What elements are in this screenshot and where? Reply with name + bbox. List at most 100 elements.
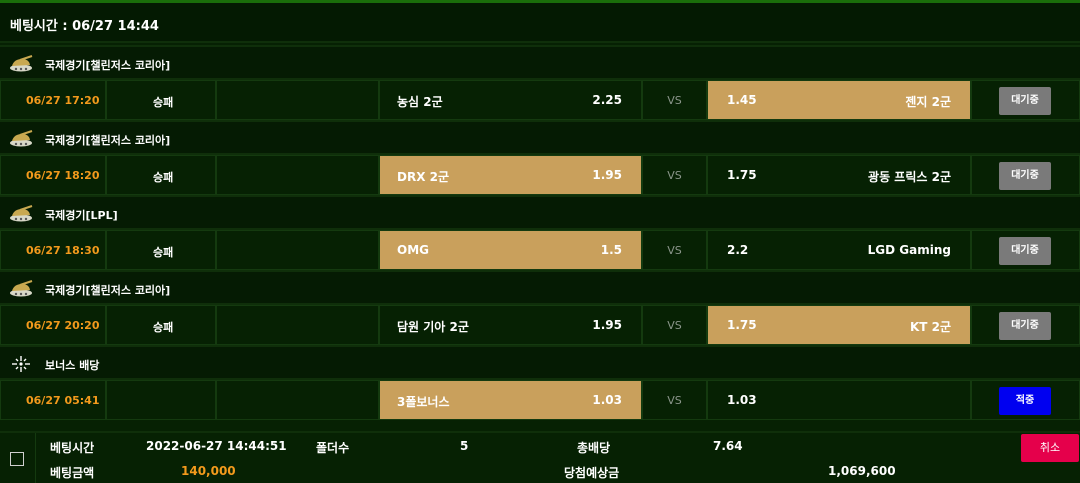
away-odds: 1.45	[727, 93, 757, 107]
home-odds: 2.25	[592, 93, 622, 107]
bet-type-cell: 승패	[106, 305, 216, 345]
empty-cell	[216, 380, 379, 420]
home-odds: 1.95	[592, 318, 622, 332]
bet-amount-value: 140,000	[181, 464, 236, 478]
league-header: 국제경기[챌린저스 코리아]	[0, 45, 1080, 80]
away-team-name: KT 2군	[909, 320, 951, 334]
bet-time-value: 2022-06-27 14:44:51	[146, 439, 287, 453]
status-cell: 대기중	[971, 305, 1080, 345]
home-team-name: OMG	[397, 243, 429, 257]
away-team-name: 광동 프릭스 2군	[868, 170, 951, 184]
away-pick-cell[interactable]: 2.2 LGD Gaming	[707, 230, 971, 270]
home-team-name: 담원 기아 2군	[397, 320, 469, 334]
vs-cell: VS	[642, 230, 707, 270]
folder-count-label: 폴더수	[316, 441, 350, 455]
bet-type: 승패	[153, 171, 174, 184]
away-team-name: LGD Gaming	[867, 243, 951, 257]
status-button[interactable]: 대기중	[999, 312, 1051, 340]
empty-cell	[216, 305, 379, 345]
home-team-name: DRX 2군	[397, 170, 450, 184]
vs-cell: VS	[642, 155, 707, 195]
status-button[interactable]: 대기중	[999, 162, 1051, 190]
status-button[interactable]: 대기중	[999, 87, 1051, 115]
bet-type-cell: 승패	[106, 230, 216, 270]
bet-type-cell: 승패	[106, 80, 216, 120]
vs-cell: VS	[642, 80, 707, 120]
match-time-cell: 06/27 18:30	[0, 230, 106, 270]
vs-label: VS	[667, 94, 682, 107]
status-cell: 적중	[971, 380, 1080, 420]
select-checkbox[interactable]	[10, 452, 24, 466]
home-pick-cell[interactable]: 농심 2군 2.25	[379, 80, 642, 120]
match-row: 06/27 05:41 3폴보너스 1.03 VS 1.03 적중	[0, 380, 1080, 420]
away-odds: 1.75	[727, 168, 757, 182]
cancel-button[interactable]: 취소	[1021, 434, 1079, 462]
league-header: 국제경기[챌린저스 코리아]	[0, 270, 1080, 305]
bet-amount-label: 베팅금액	[50, 466, 95, 480]
match-row: 06/27 18:30 승패 OMG 1.5 VS 2.2 LGD Gaming 대기중	[0, 230, 1080, 270]
bet-summary-footer: 베팅시간 2022-06-27 14:44:51 폴더수 5 총배당 7.64 …	[0, 431, 1080, 483]
bet-type: 승패	[153, 96, 174, 109]
match-row: 06/27 17:20 승패 농심 2군 2.25 VS 1.45 젠지 2군 대기중	[0, 80, 1080, 120]
vs-label: VS	[667, 394, 682, 407]
match-time: 06/27 18:30	[26, 244, 100, 257]
home-odds: 1.03	[592, 393, 622, 407]
total-odds-label: 총배당	[577, 441, 611, 455]
match-time: 06/27 05:41	[26, 394, 100, 407]
status-button[interactable]: 대기중	[999, 237, 1051, 265]
home-team-name: 농심 2군	[397, 95, 443, 109]
bet-type-cell: 승패	[106, 155, 216, 195]
status-cell: 대기중	[971, 230, 1080, 270]
home-team-name: 3폴보너스	[397, 395, 450, 409]
away-pick-cell[interactable]: 1.75 광동 프릭스 2군	[707, 155, 971, 195]
away-odds: 1.03	[727, 393, 757, 407]
league-name: 국제경기[챌린저스 코리아]	[45, 284, 171, 297]
home-pick-cell[interactable]: DRX 2군 1.95	[379, 155, 642, 195]
away-odds: 2.2	[727, 243, 749, 257]
match-row: 06/27 18:20 승패 DRX 2군 1.95 VS 1.75 광동 프릭스 2군 대기…	[0, 155, 1080, 195]
home-odds: 1.95	[592, 168, 622, 182]
vs-label: VS	[667, 319, 682, 332]
bet-type: 승패	[153, 246, 174, 259]
bet-type: 승패	[153, 321, 174, 334]
tank-icon	[8, 204, 34, 224]
match-time-cell: 06/27 20:20	[0, 305, 106, 345]
vs-label: VS	[667, 244, 682, 257]
match-time-cell: 06/27 05:41	[0, 380, 106, 420]
home-pick-cell[interactable]: 3폴보너스 1.03	[379, 380, 642, 420]
away-pick-cell[interactable]: 1.45 젠지 2군	[707, 80, 971, 120]
league-header: 보너스 배당	[0, 345, 1080, 380]
home-pick-cell[interactable]: OMG 1.5	[379, 230, 642, 270]
match-time-cell: 06/27 17:20	[0, 80, 106, 120]
league-name: 국제경기[LPL]	[45, 209, 118, 222]
away-odds: 1.75	[727, 318, 757, 332]
empty-cell	[216, 155, 379, 195]
match-time: 06/27 18:20	[26, 169, 100, 182]
away-pick-cell[interactable]: 1.03	[707, 380, 971, 420]
away-team-name: 젠지 2군	[905, 95, 951, 109]
bet-time-label: 베팅시간	[50, 441, 95, 455]
empty-cell	[216, 80, 379, 120]
status-cell: 대기중	[971, 80, 1080, 120]
league-name: 국제경기[챌린저스 코리아]	[45, 134, 171, 147]
league-name: 보너스 배당	[45, 359, 100, 372]
bet-time-title: 베팅시간 : 06/27 14:44	[10, 19, 159, 34]
home-pick-cell[interactable]: 담원 기아 2군 1.95	[379, 305, 642, 345]
match-time: 06/27 17:20	[26, 94, 100, 107]
empty-cell	[216, 230, 379, 270]
league-name: 국제경기[챌린저스 코리아]	[45, 59, 171, 72]
tank-icon	[8, 129, 34, 149]
match-time: 06/27 20:20	[26, 319, 100, 332]
vs-cell: VS	[642, 380, 707, 420]
vs-label: VS	[667, 169, 682, 182]
expected-win-label: 당첨예상금	[564, 466, 620, 480]
bet-type-cell	[106, 380, 216, 420]
tank-icon	[8, 54, 34, 74]
home-odds: 1.5	[600, 243, 622, 257]
match-row: 06/27 20:20 승패 담원 기아 2군 1.95 VS 1.75 KT 2군 대기중	[0, 305, 1080, 345]
away-pick-cell[interactable]: 1.75 KT 2군	[707, 305, 971, 345]
footer-divider	[35, 433, 36, 483]
tank-icon	[8, 279, 34, 299]
status-button[interactable]: 적중	[999, 387, 1051, 415]
expected-win-value: 1,069,600	[828, 464, 896, 478]
